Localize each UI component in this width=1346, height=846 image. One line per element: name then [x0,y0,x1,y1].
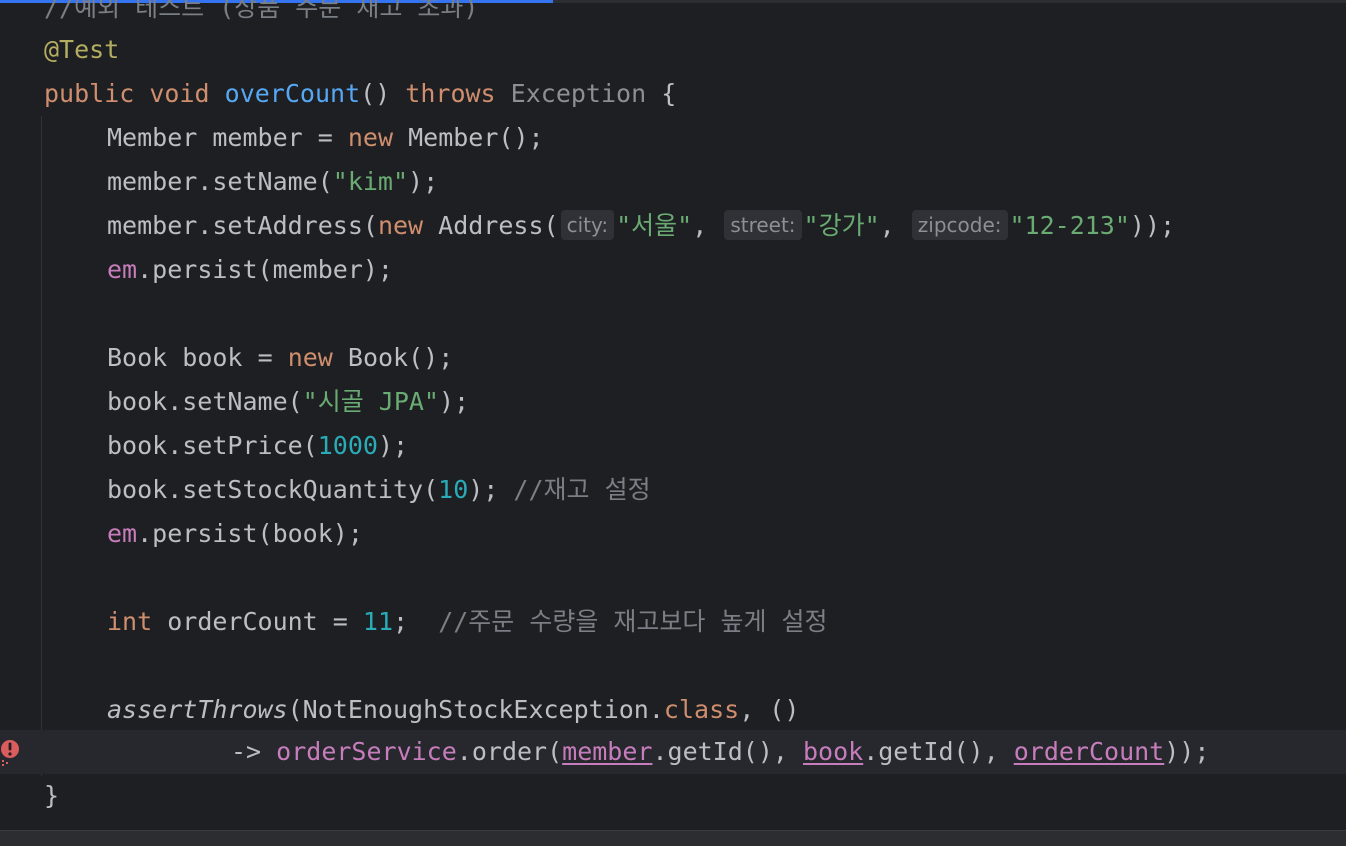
method-args: (NotEnoughStockException. [287,695,664,724]
lambda-arrow: -> [231,737,262,766]
type-name: Member [107,123,198,152]
comment: //예외 테스트 (상품 주문 재고 초과) [44,0,479,22]
method-call: .getId(), [863,737,1014,766]
code-line[interactable]: assertThrows(NotEnoughStockException.cla… [0,688,1346,732]
code-line[interactable]: book.setPrice(1000); [0,424,1346,468]
field-em: em [107,519,138,548]
keyword-new: new [347,123,394,152]
variable: member [212,123,303,152]
error-exclamation-icon[interactable] [0,738,22,768]
code-line[interactable]: Book book = new Book(); [0,336,1346,380]
method-call: member.setAddress( [107,211,378,240]
method-name: overCount [224,79,361,108]
keyword-class: class [663,695,740,724]
number-literal: 10 [438,475,469,504]
code-line[interactable]: //예외 테스트 (상품 주문 재고 초과) [0,0,1346,30]
keyword-public: public [44,79,135,108]
punctuation: ); [377,431,409,460]
comment: //재고 설정 [513,475,651,504]
method-call: .persist(book); [137,519,363,548]
punctuation: )); [1164,737,1210,766]
punctuation: ; [393,607,409,636]
method-call: book.setStockQuantity( [107,475,439,504]
number-literal: 1000 [317,431,378,460]
keyword-throws: throws [405,79,496,108]
string-literal: "강가" [803,211,880,240]
code-line[interactable]: book.setName("시골 JPA"); [0,380,1346,424]
code-line[interactable]: @Test [0,28,1346,72]
string-literal: "시골 JPA" [302,387,439,416]
static-method-call: assertThrows [107,695,288,724]
code-line[interactable]: public void overCount() throws Exception… [0,72,1346,116]
string-literal: "12-213" [1009,211,1130,240]
exception-type: Exception [510,79,647,108]
type-name: Book [107,343,168,372]
string-literal: "kim" [332,167,409,196]
keyword-void: void [149,79,210,108]
punctuation: ); [408,167,439,196]
code-line[interactable]: member.setName("kim"); [0,160,1346,204]
captured-variable: member [562,737,653,766]
punctuation: ); [468,475,499,504]
method-call: book.setName( [107,387,303,416]
lambda-params: , () [739,695,800,724]
punctuation: )); [1129,211,1176,240]
code-line[interactable]: } [0,774,1346,818]
code-line[interactable]: member.setAddress(new Address(city: "서울",… [0,204,1346,248]
method-call: .persist(member); [137,255,393,284]
field-em: em [107,255,138,284]
captured-variable: orderCount [1013,737,1165,766]
code-line-current[interactable]: -> orderService.order(member.getId(), bo… [0,730,1346,774]
operator: = [317,123,333,152]
param-hint-street: street: [724,210,802,240]
param-hint-city: city: [560,210,615,240]
operator: = [332,607,348,636]
code-line[interactable]: book.setStockQuantity(10); //재고 설정 [0,468,1346,512]
close-brace: } [44,781,60,810]
parens: () [360,79,391,108]
operator: = [257,343,273,372]
param-hint-zipcode: zipcode: [911,210,1008,240]
code-line[interactable]: em.persist(member); [0,248,1346,292]
code-editor[interactable]: //예외 테스트 (상품 주문 재고 초과) @Test public void… [0,0,1346,846]
annotation: @Test [44,35,120,64]
constructor-call: Member(); [408,123,544,152]
method-call: .getId(), [652,737,803,766]
editor-bottom-bar [0,830,1346,846]
keyword-new: new [377,211,424,240]
punctuation: ); [438,387,470,416]
constructor-call: Address( [438,211,559,240]
open-brace: { [661,79,677,108]
code-line[interactable]: int orderCount = 11; //주문 수량을 재고보다 높게 설정 [0,600,1346,644]
keyword-new: new [287,343,333,372]
method-call: member.setName( [107,167,333,196]
code-line[interactable]: Member member = new Member(); [0,116,1346,160]
number-literal: 11 [362,607,394,636]
method-call: .order( [456,737,563,766]
captured-variable: book [802,737,864,766]
constructor-call: Book(); [347,343,454,372]
keyword-int: int [107,607,153,636]
string-literal: "서울" [616,211,693,240]
variable: orderCount [167,607,318,636]
code-line[interactable]: em.persist(book); [0,512,1346,556]
comment: //주문 수량을 재고보다 높게 설정 [438,607,828,636]
variable: book [182,343,243,372]
field-order-service: orderService [276,737,457,766]
method-call: book.setPrice( [107,431,318,460]
